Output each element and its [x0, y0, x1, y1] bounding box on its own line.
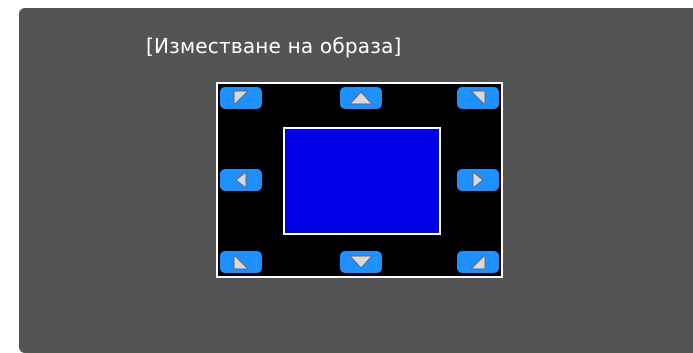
arrow-up-icon: [348, 91, 374, 105]
arrow-down-right-icon: [469, 254, 486, 270]
image-position-area: [283, 127, 441, 235]
screen-title: [Изместване на образа]: [146, 34, 402, 58]
arrow-right-icon: [472, 171, 484, 189]
arrow-down-left-icon: [233, 254, 250, 270]
move-right-button[interactable]: [457, 169, 499, 191]
move-up-left-button[interactable]: [220, 87, 262, 109]
move-down-right-button[interactable]: [457, 251, 499, 273]
move-down-left-button[interactable]: [220, 251, 262, 273]
arrow-up-left-icon: [233, 90, 250, 106]
move-down-button[interactable]: [340, 251, 382, 273]
arrow-left-icon: [235, 171, 247, 189]
move-up-button[interactable]: [340, 87, 382, 109]
move-up-right-button[interactable]: [457, 87, 499, 109]
arrow-up-right-icon: [469, 90, 486, 106]
move-left-button[interactable]: [220, 169, 262, 191]
arrow-down-icon: [348, 255, 374, 269]
